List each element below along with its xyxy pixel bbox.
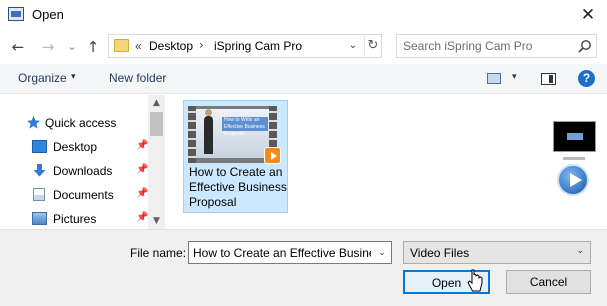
scroll-up-icon[interactable]: ▲ (148, 95, 165, 111)
close-icon[interactable]: ✕ (570, 2, 606, 28)
breadcrumb-separator-icon[interactable]: › (199, 38, 204, 52)
breadcrumb-ispring-cam-pro[interactable]: iSpring Cam Pro (214, 39, 302, 53)
pin-icon[interactable]: 📌 (136, 164, 148, 175)
breadcrumb-desktop[interactable]: Desktop (149, 39, 193, 53)
file-type-select[interactable]: Video Files ⌄ (403, 241, 591, 264)
sidebar-item-label: Desktop (53, 140, 98, 154)
pin-icon[interactable]: 📌 (136, 212, 148, 223)
desktop-icon (32, 140, 47, 153)
forward-arrow-icon[interactable]: → (38, 36, 58, 58)
file-name-dropdown-icon[interactable]: ⌄ (374, 245, 390, 261)
thumbnail-slide: How to Write an Effective Business Propo… (196, 109, 269, 158)
documents-icon (33, 188, 45, 201)
back-arrow-icon[interactable]: ← (8, 36, 28, 58)
sidebar-item-documents[interactable]: Documents 📌 (0, 184, 148, 206)
file-type-value: Video Files (410, 246, 470, 260)
file-name-label: File name: (130, 246, 187, 260)
file-name-input[interactable] (193, 245, 371, 261)
new-folder-button[interactable]: New folder (109, 71, 166, 85)
pin-icon[interactable]: 📌 (136, 188, 148, 199)
scroll-down-icon[interactable]: ▼ (148, 213, 165, 229)
preview-thumbnail (553, 121, 596, 152)
sidebar-item-label: Downloads (53, 164, 113, 178)
address-bar[interactable]: « Desktop › iSpring Cam Pro ⌄ ↻ (108, 34, 382, 58)
organize-button[interactable]: Organize (18, 71, 67, 85)
search-input[interactable] (403, 38, 573, 54)
recent-locations-icon[interactable]: ⌄ (62, 36, 82, 58)
star-icon (27, 116, 40, 129)
change-view-icon[interactable] (487, 73, 501, 84)
title-bar: Open ✕ (0, 0, 607, 30)
address-dropdown-icon[interactable]: ⌄ (344, 37, 362, 55)
preview-progress-bar (563, 157, 585, 160)
file-item-selected[interactable]: How to Write an Effective Business Propo… (183, 100, 288, 213)
sidebar-item-label: Quick access (45, 116, 117, 130)
sidebar-item-label: Documents (53, 188, 114, 202)
film-strip-left (188, 106, 196, 163)
sidebar-item-downloads[interactable]: Downloads 📌 (0, 160, 148, 182)
cancel-button[interactable]: Cancel (506, 270, 591, 294)
up-arrow-icon[interactable]: ↑ (83, 36, 103, 58)
dialog-footer: File name: ⌄ Video Files ⌄ Open Cancel (0, 229, 607, 306)
thumbnail-title: How to Write an Effective Business Propo… (222, 117, 268, 137)
organize-dropdown-icon[interactable]: ▾ (71, 72, 76, 82)
file-name-combobox[interactable]: ⌄ (188, 241, 392, 264)
mouse-cursor-icon (467, 269, 483, 292)
folder-icon (114, 39, 129, 52)
sidebar-item-quick-access[interactable]: Quick access (0, 112, 148, 134)
search-box[interactable] (396, 34, 597, 58)
navigation-pane: Quick access Desktop 📌 Downloads 📌 Docum… (0, 95, 165, 229)
refresh-icon[interactable]: ↻ (364, 36, 381, 56)
navigation-scrollbar[interactable]: ▲ ▼ (148, 95, 165, 229)
command-bar: Organize ▾ New folder ▾ ? (0, 64, 607, 94)
pin-icon[interactable]: 📌 (136, 140, 148, 151)
sidebar-item-pictures[interactable]: Pictures 📌 (0, 208, 148, 230)
play-icon[interactable] (557, 164, 589, 196)
presenter-figure (204, 109, 213, 154)
view-dropdown-icon[interactable]: ▾ (512, 72, 517, 82)
video-thumbnail: How to Write an Effective Business Propo… (188, 106, 281, 164)
scrollbar-thumb[interactable] (150, 112, 163, 136)
address-overflow-chevron[interactable]: « (135, 39, 142, 53)
file-type-dropdown-icon[interactable]: ⌄ (576, 246, 584, 256)
sidebar-item-label: Pictures (53, 212, 97, 226)
search-icon (578, 40, 591, 53)
help-icon[interactable]: ? (578, 70, 595, 87)
download-icon (33, 164, 46, 177)
pictures-icon (32, 212, 47, 225)
window-title: Open (32, 7, 64, 22)
sidebar-item-desktop[interactable]: Desktop 📌 (0, 136, 148, 158)
play-badge-icon (264, 147, 281, 164)
file-name-label: How to Create an Effective Business Prop… (189, 165, 287, 209)
preview-pane-icon[interactable] (541, 73, 556, 85)
window-icon (8, 7, 24, 21)
